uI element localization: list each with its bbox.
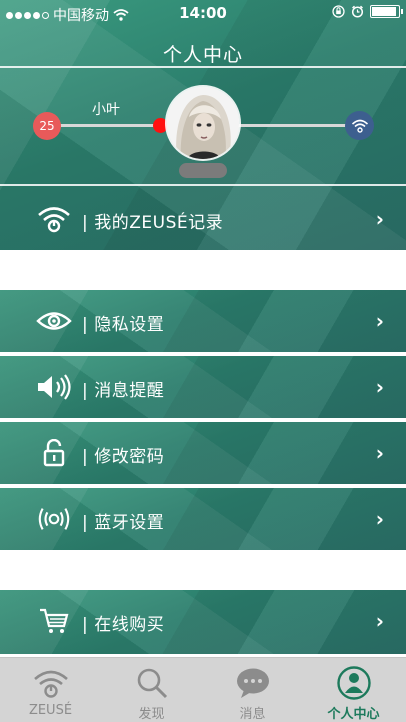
eye-icon (36, 312, 72, 330)
battery-icon (370, 5, 403, 18)
menu-label: 修改密码 (94, 447, 165, 467)
user-name: 小叶 (92, 102, 120, 118)
chevron-right-icon: › (375, 309, 384, 333)
menu-row-records[interactable]: | 我的ZEUSÉ记录 › (0, 188, 406, 250)
tab-label: 个人中心 (327, 707, 380, 722)
menu-row-notifications[interactable]: | 消息提醒 › (0, 356, 406, 418)
menu-label: 隐私设置 (94, 315, 165, 335)
zeuse-wifi-icon (351, 119, 368, 133)
menu-label: 消息提醒 (94, 381, 165, 401)
page-title: 个人中心 (162, 44, 243, 66)
tab-label: 消息 (239, 707, 266, 722)
title-divider (0, 66, 406, 68)
avatar-edit-button[interactable] (179, 163, 227, 178)
zeuse-wifi-icon (38, 207, 70, 233)
label-separator: | (82, 381, 89, 401)
tab-label: ZEUSÉ (28, 703, 73, 718)
profile-header: 中国移动 14:00 个人中心 25 小叶 | 我的ZEUSÉ记录 › (0, 0, 406, 250)
avatar[interactable] (167, 87, 239, 159)
chevron-right-icon: › (375, 507, 384, 531)
tab-discover[interactable]: 发现 (101, 658, 202, 722)
header-divider (0, 184, 406, 186)
tab-zeuse[interactable]: ZEUSÉ (0, 658, 101, 722)
chevron-right-icon: › (375, 441, 384, 465)
label-separator: | (82, 315, 89, 335)
tab-bar: ZEUSÉ 发现 消息 个人中心 (0, 657, 406, 722)
label-separator: | (82, 513, 89, 533)
menu-row-bluetooth[interactable]: | 蓝牙设置 › (0, 488, 406, 550)
label-separator: | (82, 615, 89, 635)
alarm-icon (351, 5, 364, 18)
bluetooth-wave-icon (38, 508, 70, 530)
search-icon (137, 668, 168, 699)
menu-label: 蓝牙设置 (94, 513, 165, 533)
tab-messages[interactable]: 消息 (202, 658, 303, 722)
label-separator: | (82, 213, 89, 233)
label-separator: | (82, 447, 89, 467)
menu-label: 我的ZEUSÉ记录 (94, 213, 224, 233)
device-status-badge[interactable] (345, 111, 374, 140)
person-icon (337, 666, 371, 700)
age-badge: 25 (33, 112, 61, 140)
tab-label: 发现 (138, 707, 165, 722)
zeuse-wifi-icon (34, 670, 68, 698)
shopping-cart-icon (40, 608, 69, 633)
menu-row-privacy[interactable]: | 隐私设置 › (0, 290, 406, 352)
chevron-right-icon: › (375, 375, 384, 399)
menu-row-password[interactable]: | 修改密码 › (0, 422, 406, 484)
status-bar: 中国移动 14:00 (0, 0, 406, 28)
unlock-icon (43, 439, 65, 467)
tab-profile[interactable]: 个人中心 (303, 658, 404, 722)
chevron-right-icon: › (375, 207, 384, 231)
orientation-lock-icon (332, 5, 345, 18)
chevron-right-icon: › (375, 609, 384, 633)
speaker-icon (38, 374, 71, 400)
progress-marker (153, 118, 168, 133)
menu-row-shop[interactable]: | 在线购买 › (0, 590, 406, 654)
avatar-portrait-icon (167, 87, 239, 159)
chat-bubble-icon (237, 668, 269, 698)
menu-label: 在线购买 (94, 615, 165, 635)
